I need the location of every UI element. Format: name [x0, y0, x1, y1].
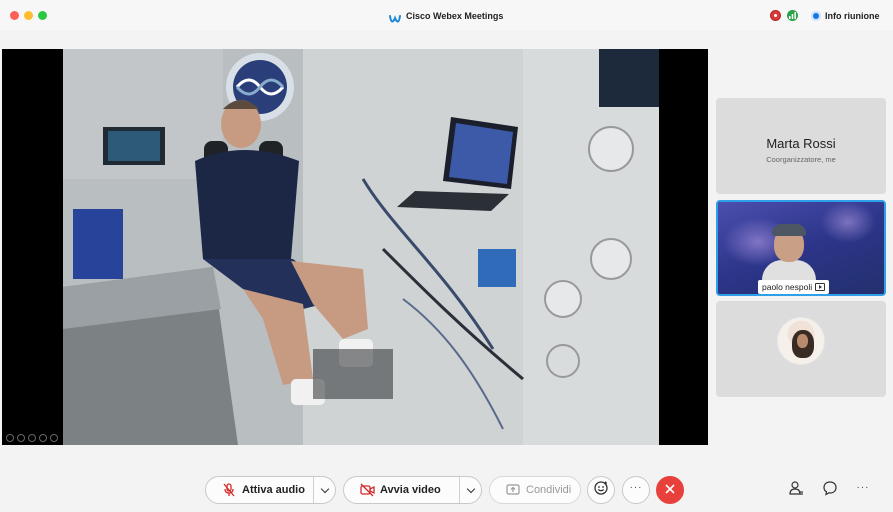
chevron-down-icon — [466, 484, 475, 493]
pen-tool-icon[interactable] — [28, 434, 36, 442]
stage-mini-toolbar — [6, 434, 58, 442]
app-title-group: Cisco Webex Meetings — [389, 9, 503, 23]
participant-name-tag: paolo nespoli — [758, 280, 830, 294]
reactions-button[interactable] — [587, 476, 615, 504]
start-video-label: Avvia video — [380, 484, 441, 496]
video-options-dropdown[interactable] — [459, 477, 481, 503]
info-icon — [811, 10, 821, 21]
network-signal-icon[interactable] — [787, 10, 798, 21]
shared-content-stage[interactable] — [2, 49, 708, 445]
webex-logo-icon — [389, 11, 401, 23]
unmute-audio-button[interactable]: Attiva audio — [205, 476, 336, 504]
chevron-down-icon — [320, 484, 329, 493]
camera-off-icon — [360, 483, 375, 497]
reactions-icon — [593, 480, 609, 501]
participant-tile-paolo-nespoli[interactable]: paolo nespoli — [716, 200, 886, 296]
pointer-tool-icon[interactable] — [17, 434, 25, 442]
meeting-info-button[interactable]: Info riunione — [811, 9, 880, 22]
chat-panel-button[interactable] — [821, 480, 839, 501]
participant-role: Coorganizzatore, me — [766, 155, 836, 164]
start-video-button[interactable]: Avvia video — [343, 476, 482, 504]
share-screen-icon — [506, 483, 520, 497]
leave-meeting-button[interactable] — [656, 476, 684, 504]
window-minimize-button[interactable] — [24, 11, 33, 20]
window-close-button[interactable] — [10, 11, 19, 20]
participant-avatar — [777, 317, 825, 365]
participant-tile-avatar[interactable] — [716, 301, 886, 397]
webex-window: Cisco Webex Meetings Info riunione Marta… — [0, 0, 893, 512]
participant-cap — [772, 224, 806, 236]
share-label: Condividi — [526, 484, 572, 496]
sharing-screen-icon — [815, 283, 826, 291]
close-icon — [665, 481, 675, 499]
record-icon[interactable] — [770, 10, 781, 21]
fit-tool-icon[interactable] — [50, 434, 58, 442]
shared-space-station-image — [63, 49, 659, 445]
title-bar: Cisco Webex Meetings Info riunione — [0, 0, 893, 30]
participant-name: paolo nespoli — [762, 282, 813, 292]
audio-options-dropdown[interactable] — [313, 477, 335, 503]
unmute-audio-label: Attiva audio — [242, 484, 305, 496]
chat-icon — [822, 480, 838, 501]
participants-panel-button[interactable] — [787, 480, 805, 501]
mic-muted-icon — [222, 483, 236, 497]
app-title: Cisco Webex Meetings — [406, 11, 504, 21]
window-maximize-button[interactable] — [38, 11, 47, 20]
meeting-info-label: Info riunione — [825, 10, 880, 21]
annotate-tool-icon[interactable] — [6, 434, 14, 442]
participants-icon — [788, 480, 804, 501]
participant-tile-marta-rossi[interactable]: Marta Rossi Coorganizzatore, me — [716, 98, 886, 194]
more-options-button[interactable]: ··· — [622, 476, 650, 504]
participant-name: Marta Rossi — [766, 136, 836, 151]
share-button[interactable]: Condividi — [489, 476, 581, 504]
more-dots-icon: ··· — [629, 482, 643, 493]
more-panels-button[interactable]: ··· — [854, 481, 872, 499]
zoom-tool-icon[interactable] — [39, 434, 47, 442]
more-dots-icon: ··· — [856, 482, 870, 493]
